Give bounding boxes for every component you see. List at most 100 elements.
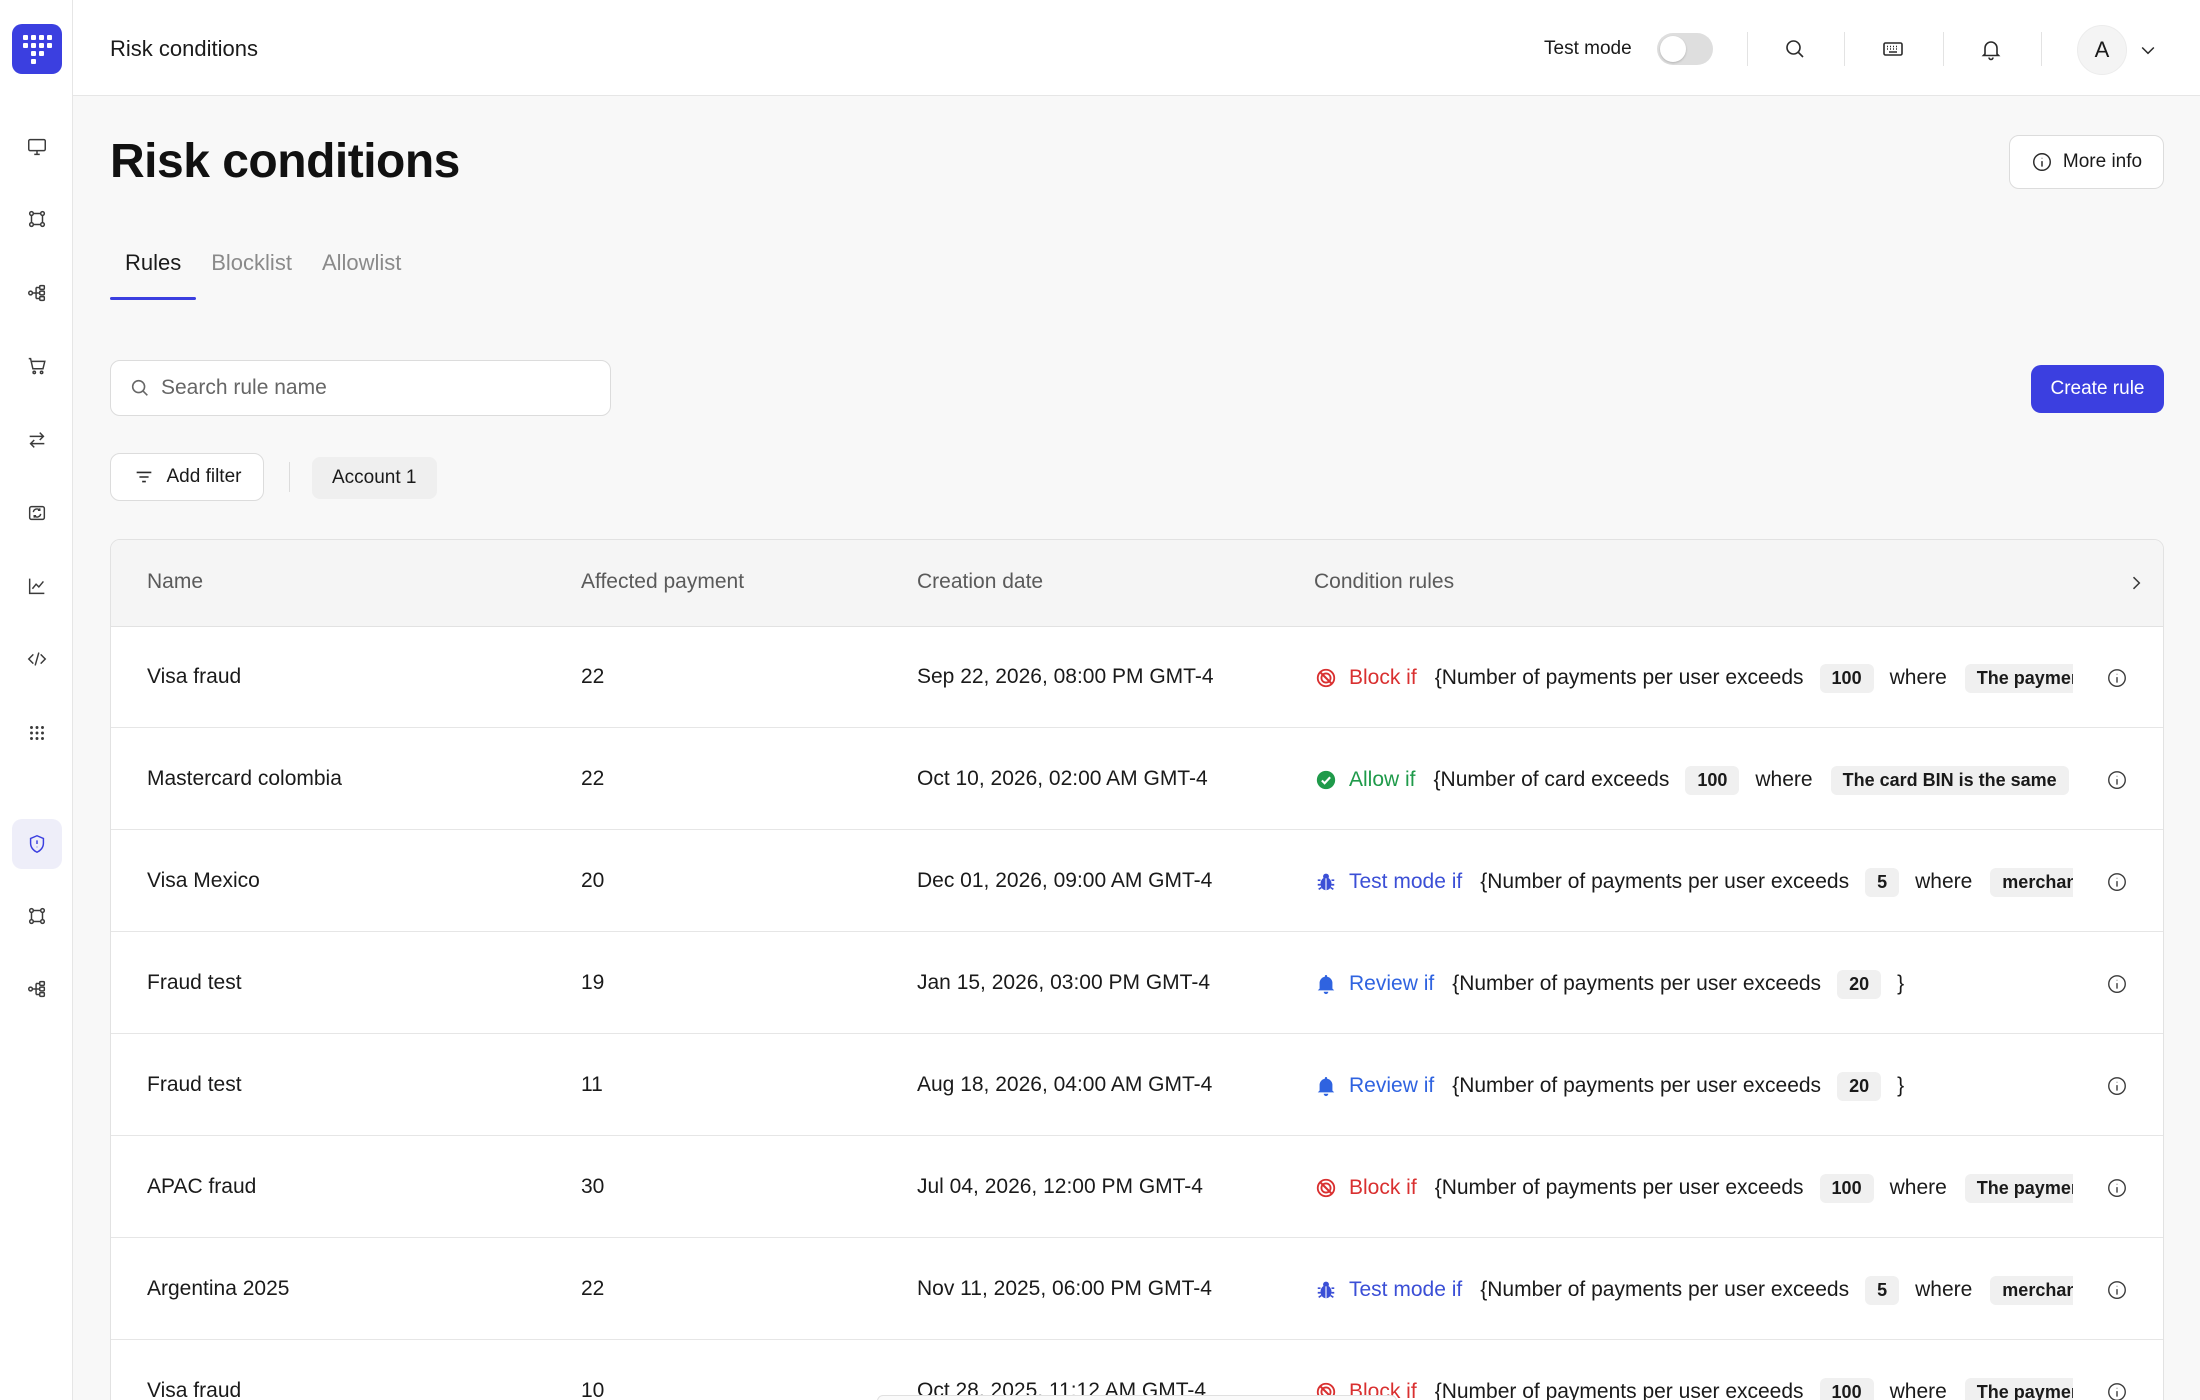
threshold-badge: 100: [1819, 1173, 1874, 1203]
condition-text: {Number of payments per user exceeds: [1434, 1380, 1804, 1400]
column-header-condition-rules[interactable]: Condition rules: [1314, 570, 1454, 594]
rule-action: Review if: [1349, 972, 1435, 995]
block-status-icon: [1315, 667, 1337, 689]
column-header-affected-payment[interactable]: Affected payment: [581, 570, 744, 594]
info-icon[interactable]: [2104, 869, 2130, 895]
top-bar: Risk conditions Test mode A: [73, 0, 2200, 96]
table-row[interactable]: Visa fraud 10 Oct 28, 2025, 11:12 AM GMT-4…: [111, 1341, 2163, 1400]
table-row[interactable]: Fraud test 11 Aug 18, 2026, 04:00 AM GMT-4…: [111, 1035, 2163, 1136]
code-icon[interactable]: [21, 643, 53, 675]
search-input[interactable]: [161, 376, 601, 400]
more-info-button[interactable]: More info: [2009, 135, 2164, 189]
rule-name: Visa fraud: [147, 665, 242, 688]
rule-name: Argentina 2025: [147, 1277, 290, 1300]
table-row[interactable]: Visa Mexico 20 Dec 01, 2026, 09:00 AM GMT-…: [111, 831, 2163, 932]
affected-payment: 19: [581, 971, 605, 994]
app-logo[interactable]: [12, 24, 62, 74]
workflow-icon-2[interactable]: [21, 900, 53, 932]
condition-where: where: [1915, 870, 1973, 893]
rule-name: Mastercard colombia: [147, 767, 342, 790]
divider: [1747, 32, 1748, 66]
create-rule-button[interactable]: Create rule: [2031, 365, 2164, 413]
condition-text: {Number of payments per user exceeds: [1434, 1176, 1804, 1199]
creation-date: Jul 04, 2026, 12:00 PM GMT-4: [917, 1175, 1203, 1198]
connections-icon[interactable]: [21, 277, 53, 309]
creation-date: Oct 10, 2026, 02:00 AM GMT-4: [917, 767, 1208, 790]
bottom-panel-edge: [877, 1395, 1397, 1400]
condition-rules: Review if {Number of payments per user ex…: [1315, 1069, 2073, 1103]
tab-rules[interactable]: Rules: [110, 248, 197, 300]
avatar[interactable]: A: [2077, 25, 2127, 75]
page-title: Risk conditions: [110, 135, 460, 188]
analytics-icon[interactable]: [21, 570, 53, 602]
condition-detail-badge: The payment: [1964, 1173, 2073, 1203]
threshold-badge: 5: [1865, 867, 1900, 897]
search-box: [110, 360, 611, 416]
rule-action: Block if: [1349, 1176, 1417, 1199]
shield-icon[interactable]: [12, 819, 62, 869]
creation-date: Sep 22, 2026, 08:00 PM GMT-4: [917, 665, 1214, 688]
transfer-icon[interactable]: [21, 424, 53, 456]
cart-icon[interactable]: [21, 350, 53, 382]
keyboard-icon[interactable]: [1875, 31, 1911, 67]
block-status-icon: [1315, 1177, 1337, 1199]
rule-name: Visa Mexico: [147, 869, 260, 892]
threshold-badge: 5: [1865, 1275, 1900, 1305]
threshold-badge: 20: [1837, 1071, 1882, 1101]
info-icon[interactable]: [2104, 1175, 2130, 1201]
creation-date: Jan 15, 2026, 03:00 PM GMT-4: [917, 971, 1210, 994]
condition-rules: Test mode if {Number of payments per user…: [1315, 865, 2073, 899]
info-icon[interactable]: [2104, 1277, 2130, 1303]
tab-blocklist[interactable]: Blocklist: [196, 248, 307, 300]
info-icon[interactable]: [2104, 1073, 2130, 1099]
table-row[interactable]: Fraud test 19 Jan 15, 2026, 03:00 PM GMT-4…: [111, 933, 2163, 1034]
table-row[interactable]: Mastercard colombia 22 Oct 10, 2026, 02:00…: [111, 729, 2163, 830]
table-row[interactable]: Argentina 2025 22 Nov 11, 2025, 06:00 PM G…: [111, 1239, 2163, 1340]
bell-icon[interactable]: [1973, 31, 2009, 67]
condition-detail-badge: The payment: [1964, 1377, 2073, 1400]
account-filter-chip[interactable]: Account 1: [312, 457, 437, 499]
apps-grid-icon[interactable]: [21, 717, 53, 749]
connections-icon-2[interactable]: [21, 973, 53, 1005]
creation-date: Aug 18, 2026, 04:00 AM GMT-4: [917, 1073, 1213, 1096]
condition-rules: Test mode if {Number of payments per user…: [1315, 1273, 2073, 1307]
sidebar: [0, 0, 73, 1400]
chevron-down-icon[interactable]: [2134, 36, 2162, 64]
column-header-name[interactable]: Name: [147, 570, 203, 594]
refresh-card-icon[interactable]: [21, 497, 53, 529]
divider: [2041, 32, 2042, 66]
info-icon[interactable]: [2104, 1379, 2130, 1400]
affected-payment: 20: [581, 869, 605, 892]
monitor-icon[interactable]: [21, 131, 53, 163]
rule-name: Fraud test: [147, 1073, 242, 1096]
search-icon[interactable]: [1777, 31, 1813, 67]
review-status-icon: [1315, 1075, 1337, 1097]
table-row[interactable]: APAC fraud 30 Jul 04, 2026, 12:00 PM GMT-4…: [111, 1137, 2163, 1238]
rule-action: Test mode if: [1349, 870, 1463, 893]
affected-payment: 22: [581, 1277, 605, 1300]
condition-text: {Number of payments per user exceeds: [1452, 1074, 1822, 1097]
rule-name: Visa fraud: [147, 1379, 242, 1400]
condition-rules: Review if {Number of payments per user ex…: [1315, 967, 2073, 1001]
allow-status-icon: [1315, 769, 1337, 791]
rule-name: Fraud test: [147, 971, 242, 994]
column-header-creation-date[interactable]: Creation date: [917, 570, 1043, 594]
info-icon[interactable]: [2104, 971, 2130, 997]
test-mode-toggle[interactable]: [1657, 33, 1713, 65]
table-row[interactable]: Visa fraud 22 Sep 22, 2026, 08:00 PM GMT-4…: [111, 627, 2163, 728]
creation-date: Nov 11, 2025, 06:00 PM GMT-4: [917, 1277, 1212, 1300]
tab-bar: Rules Blocklist Allowlist: [110, 248, 416, 300]
workflow-icon[interactable]: [21, 203, 53, 235]
divider: [1844, 32, 1845, 66]
threshold-badge: 20: [1837, 969, 1882, 999]
condition-detail-badge: merchant: [1990, 1275, 2073, 1305]
affected-payment: 30: [581, 1175, 605, 1198]
chevron-right-icon[interactable]: [2121, 568, 2151, 598]
add-filter-button[interactable]: Add filter: [110, 453, 264, 501]
filter-icon: [136, 471, 151, 483]
condition-where: }: [1897, 1074, 1905, 1097]
info-icon[interactable]: [2104, 665, 2130, 691]
info-icon[interactable]: [2104, 767, 2130, 793]
tab-allowlist[interactable]: Allowlist: [307, 248, 416, 300]
condition-detail-badge: The payment: [1964, 663, 2073, 693]
